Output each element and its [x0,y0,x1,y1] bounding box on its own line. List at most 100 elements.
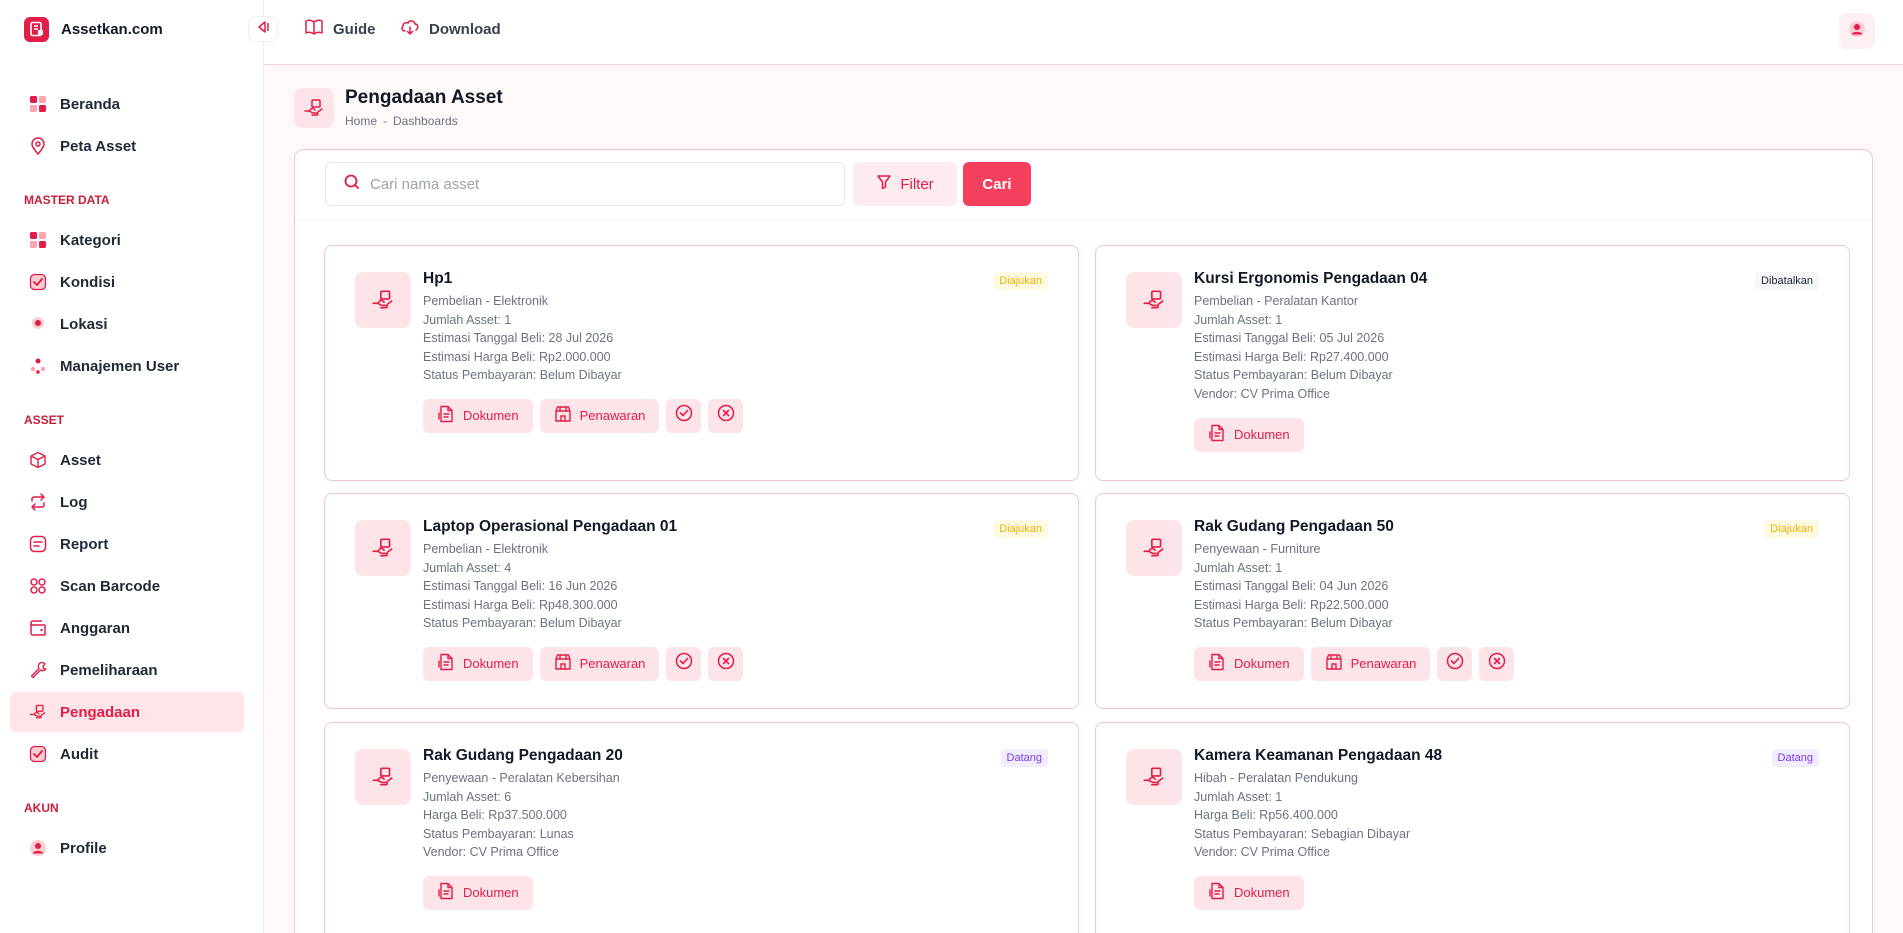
dokumen-label: Dokumen [1234,656,1290,672]
card-detail-line: Pembelian - Elektronik [423,294,549,308]
sidebar-collapse-button[interactable] [248,16,278,42]
penawaran-button[interactable]: Penawaran [539,398,660,433]
document-icon [1208,653,1226,674]
document-icon [437,405,455,426]
card-actions: Dokumen [1194,417,1814,452]
filter-label: Filter [900,175,934,193]
card-detail-line: Jumlah Asset: 1 [1194,789,1283,804]
card-title: Kamera Keamanan Pengadaan 48 [1194,747,1443,764]
approve-button[interactable] [1437,646,1473,681]
procurement-card[interactable]: Dibatalkan Kursi Ergonomis Pengadaan 04 Pe… [1095,245,1850,481]
reject-button[interactable] [1479,646,1515,681]
card-detail-line: Penyewaan - Furniture [1194,542,1321,556]
sidebar: Assetkan.com Beranda Peta Asset MASTER DAT… [0,0,264,933]
download-link[interactable]: Download [400,18,501,40]
reject-button[interactable] [708,398,744,433]
card-body: Kamera Keamanan Pengadaan 48 Hibah - Pera… [1194,747,1814,910]
document-icon [1208,882,1226,903]
sidebar-item-label: Lokasi [60,315,108,333]
approve-button[interactable] [666,398,702,433]
hand-box-icon [294,87,334,128]
user-avatar-button[interactable] [1839,13,1875,49]
dokumen-button[interactable]: Dokumen [423,398,533,433]
document-icon [1208,424,1226,445]
location-dot-icon [28,314,48,334]
x-circle-icon [717,404,735,427]
brand[interactable]: Assetkan.com [24,16,163,42]
dokumen-button[interactable]: Dokumen [1194,646,1304,681]
wallet-icon [28,618,48,638]
breadcrumb-separator: - [383,114,388,128]
sidebar-item-label: Profile [60,839,107,857]
book-icon [304,18,324,40]
search-input[interactable] [370,175,810,193]
procurement-card[interactable]: Datang Kamera Keamanan Pengadaan 48 Hibah … [1095,722,1850,933]
card-detail-line: Status Pembayaran: Belum Dibayar [423,368,622,383]
sidebar-item-asset[interactable]: Asset [10,440,244,480]
search-box[interactable] [325,162,845,206]
repeat-icon [28,492,48,512]
card-detail-line: Estimasi Harga Beli: Rp48.300.000 [423,597,618,612]
sidebar-item-peta-asset[interactable]: Peta Asset [10,126,244,166]
dokumen-button[interactable]: Dokumen [1194,417,1304,452]
sidebar-item-kondisi[interactable]: Kondisi [10,262,244,302]
sidebar-item-scan-barcode[interactable]: Scan Barcode [10,566,244,606]
sidebar-item-pengadaan[interactable]: Pengadaan [10,692,244,732]
x-circle-icon [1488,652,1506,675]
cloud-download-icon [400,18,420,40]
sidebar-item-anggaran[interactable]: Anggaran [10,608,244,648]
sidebar-item-profile[interactable]: Profile [10,828,244,868]
sidebar-item-manajemen-user[interactable]: Manajemen User [10,346,244,386]
penawaran-button[interactable]: Penawaran [1310,646,1431,681]
sidebar-item-audit[interactable]: Audit [10,734,244,774]
check-circle-icon [1446,652,1464,675]
procurement-card[interactable]: Datang Rak Gudang Pengadaan 20 Penyewaan -… [324,722,1079,933]
sidebar-item-log[interactable]: Log [10,482,244,522]
filter-button[interactable]: Filter [853,162,957,206]
dokumen-button[interactable]: Dokumen [1194,875,1304,910]
dokumen-label: Dokumen [463,656,519,672]
check-square-icon [28,272,48,292]
main-content: Pengadaan Asset Home - Dashboards Filter [264,65,1903,933]
card-detail-line: Pembelian - Elektronik [423,542,549,556]
sidebar-item-lokasi[interactable]: Lokasi [10,304,244,344]
sidebar-item-beranda[interactable]: Beranda [10,84,244,124]
x-circle-icon [717,652,735,675]
sidebar-item-label: Kategori [60,231,121,249]
card-detail-line: Estimasi Tanggal Beli: 28 Jul 2026 [423,331,614,346]
card-detail-line: Jumlah Asset: 6 [423,789,512,804]
sidebar-section-asset: ASSET [24,413,65,427]
reject-button[interactable] [708,646,744,681]
card-actions: Dokumen Penawaran [423,646,1043,681]
sidebar-item-label: Manajemen User [60,357,180,375]
hand-box-icon [1126,272,1182,328]
card-actions: Dokumen [423,875,1043,910]
penawaran-label: Penawaran [1350,656,1417,672]
sidebar-item-label: Scan Barcode [60,577,161,595]
sidebar-item-label: Pemeliharaan [60,661,158,679]
guide-link[interactable]: Guide [304,18,376,40]
dokumen-label: Dokumen [1234,427,1290,443]
procurement-card[interactable]: Diajukan Laptop Operasional Pengadaan 01 P… [324,493,1079,709]
sidebar-item-report[interactable]: Report [10,524,244,564]
breadcrumb-home[interactable]: Home [345,114,377,128]
card-detail-line: Jumlah Asset: 1 [1194,560,1283,575]
sidebar-item-kategori[interactable]: Kategori [10,220,244,260]
procurement-card[interactable]: Diajukan Hp1 Pembelian - Elektronik Jumlah … [324,245,1079,481]
sidebar-item-pemeliharaan[interactable]: Pemeliharaan [10,650,244,690]
penawaran-button[interactable]: Penawaran [539,646,660,681]
search-submit-button[interactable]: Cari [963,162,1031,206]
dokumen-button[interactable]: Dokumen [423,875,533,910]
grid-icon [28,230,48,250]
card-body: Rak Gudang Pengadaan 50 Penyewaan - Furni… [1194,518,1814,681]
procurement-card[interactable]: Diajukan Rak Gudang Pengadaan 50 Penyewaan… [1095,493,1850,709]
dokumen-button[interactable]: Dokumen [423,646,533,681]
breadcrumb-dashboards[interactable]: Dashboards [393,114,458,128]
search-toolbar: Filter Cari [295,150,1872,220]
document-icon [437,882,455,903]
cube-icon [28,450,48,470]
hand-box-icon [28,702,48,722]
hand-box-icon [355,272,411,328]
approve-button[interactable] [666,646,702,681]
card-body: Kursi Ergonomis Pengadaan 04 Pembelian - … [1194,270,1814,452]
